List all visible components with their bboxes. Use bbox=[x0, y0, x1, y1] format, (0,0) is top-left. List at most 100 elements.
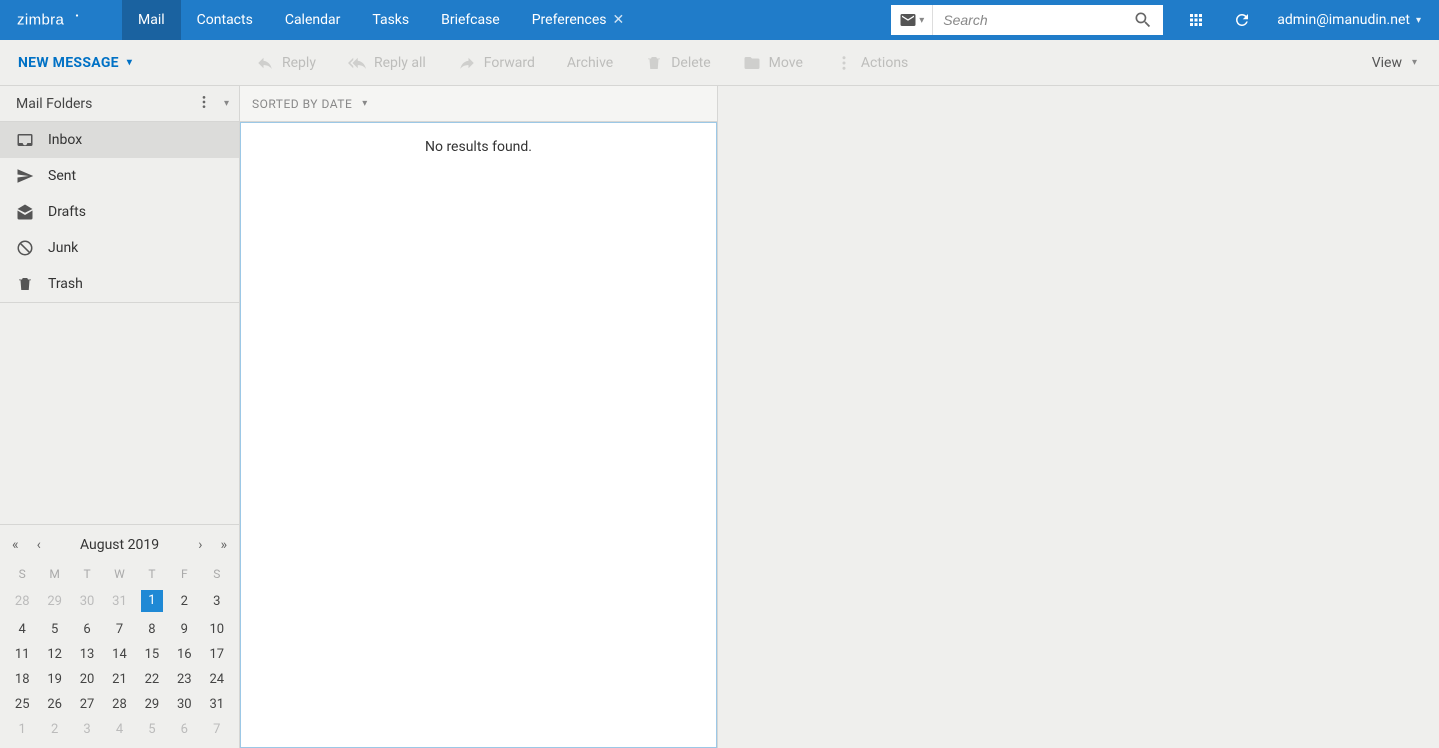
cal-day[interactable]: 1 bbox=[6, 717, 38, 742]
delete-button[interactable]: Delete bbox=[629, 54, 726, 72]
cal-day[interactable]: 14 bbox=[103, 642, 135, 667]
tab-contacts[interactable]: Contacts bbox=[181, 0, 269, 40]
cal-day[interactable]: 26 bbox=[38, 692, 70, 717]
cal-day[interactable]: 30 bbox=[71, 585, 103, 617]
chevron-down-icon: ▾ bbox=[1416, 15, 1421, 26]
message-list: No results found. bbox=[240, 122, 717, 748]
folder-inbox[interactable]: Inbox bbox=[0, 122, 239, 158]
search-input[interactable] bbox=[943, 12, 1129, 28]
cal-day[interactable]: 2 bbox=[38, 717, 70, 742]
cal-day[interactable]: 21 bbox=[103, 667, 135, 692]
cal-day[interactable]: 28 bbox=[6, 585, 38, 617]
cal-day[interactable]: 24 bbox=[201, 667, 233, 692]
apps-icon bbox=[1187, 11, 1205, 29]
cal-day[interactable]: 12 bbox=[38, 642, 70, 667]
cal-day[interactable]: 31 bbox=[201, 692, 233, 717]
cal-prev-year[interactable]: « bbox=[12, 537, 19, 553]
sidebar-options[interactable] bbox=[196, 94, 212, 114]
cal-day[interactable]: 3 bbox=[201, 585, 233, 617]
junk-icon bbox=[16, 239, 34, 257]
move-button[interactable]: Move bbox=[727, 54, 819, 72]
cal-next-year[interactable]: » bbox=[220, 537, 227, 553]
cal-day[interactable]: 1 bbox=[136, 585, 168, 617]
cal-day[interactable]: 29 bbox=[38, 585, 70, 617]
user-menu[interactable]: admin@imanudin.net ▾ bbox=[1265, 0, 1439, 40]
view-menu[interactable]: View▾ bbox=[1362, 55, 1439, 71]
tab-briefcase[interactable]: Briefcase bbox=[425, 0, 516, 40]
trash-icon bbox=[645, 54, 663, 72]
cal-day[interactable]: 27 bbox=[71, 692, 103, 717]
cal-dow: T bbox=[136, 563, 168, 585]
cal-dow: F bbox=[168, 563, 200, 585]
sidebar-title: Mail Folders bbox=[16, 96, 196, 112]
tab-mail[interactable]: Mail bbox=[122, 0, 181, 40]
mini-calendar: « ‹ August 2019 › » SMTWTFS 282930311234… bbox=[0, 525, 239, 748]
cal-day[interactable]: 10 bbox=[201, 617, 233, 642]
cal-day[interactable]: 23 bbox=[168, 667, 200, 692]
mail-toolbar: NEW MESSAGE▾ Reply Reply all Forward Arc… bbox=[0, 40, 1439, 86]
folder-sent[interactable]: Sent bbox=[0, 158, 239, 194]
cal-day[interactable]: 15 bbox=[136, 642, 168, 667]
cal-day[interactable]: 17 bbox=[201, 642, 233, 667]
sort-dropdown[interactable]: SORTED BY DATE ▾ bbox=[240, 86, 717, 122]
kebab-icon bbox=[835, 54, 853, 72]
cal-day[interactable]: 18 bbox=[6, 667, 38, 692]
drafts-icon bbox=[16, 203, 34, 221]
inbox-icon bbox=[16, 131, 34, 149]
cal-day[interactable]: 30 bbox=[168, 692, 200, 717]
actions-button[interactable]: Actions bbox=[819, 54, 924, 72]
cal-day[interactable]: 13 bbox=[71, 642, 103, 667]
cal-day[interactable]: 7 bbox=[103, 617, 135, 642]
cal-day[interactable]: 31 bbox=[103, 585, 135, 617]
cal-day[interactable]: 16 bbox=[168, 642, 200, 667]
search-scope-dropdown[interactable]: ▾ bbox=[891, 5, 933, 35]
apps-menu[interactable] bbox=[1173, 0, 1219, 40]
cal-day[interactable]: 22 bbox=[136, 667, 168, 692]
cal-day[interactable]: 6 bbox=[168, 717, 200, 742]
folder-trash[interactable]: Trash bbox=[0, 266, 239, 302]
cal-day[interactable]: 7 bbox=[201, 717, 233, 742]
app-logo: zimbra bbox=[0, 0, 122, 40]
folder-label: Drafts bbox=[48, 204, 86, 220]
chevron-down-icon: ▾ bbox=[127, 57, 132, 68]
cal-day[interactable]: 25 bbox=[6, 692, 38, 717]
message-list-pane: SORTED BY DATE ▾ No results found. bbox=[240, 86, 718, 748]
tab-calendar[interactable]: Calendar bbox=[269, 0, 357, 40]
sidebar-dropdown[interactable]: ▾ bbox=[224, 98, 229, 109]
user-email: admin@imanudin.net bbox=[1277, 12, 1410, 28]
cal-day[interactable]: 6 bbox=[71, 617, 103, 642]
close-icon[interactable]: ✕ bbox=[612, 12, 624, 28]
search-icon bbox=[1133, 10, 1153, 30]
folder-junk[interactable]: Junk bbox=[0, 230, 239, 266]
search-button[interactable] bbox=[1129, 10, 1157, 30]
archive-button[interactable]: Archive bbox=[551, 55, 629, 71]
compose-button[interactable]: NEW MESSAGE▾ bbox=[0, 55, 240, 71]
cal-day[interactable]: 5 bbox=[136, 717, 168, 742]
cal-prev-month[interactable]: ‹ bbox=[37, 537, 41, 553]
cal-day[interactable]: 20 bbox=[71, 667, 103, 692]
cal-day[interactable]: 5 bbox=[38, 617, 70, 642]
search-bar: ▾ bbox=[891, 5, 1163, 35]
cal-day[interactable]: 4 bbox=[103, 717, 135, 742]
cal-day[interactable]: 8 bbox=[136, 617, 168, 642]
cal-day[interactable]: 9 bbox=[168, 617, 200, 642]
sidebar: Mail Folders ▾ Inbox Sent Drafts Junk bbox=[0, 86, 240, 748]
cal-day[interactable]: 3 bbox=[71, 717, 103, 742]
cal-day[interactable]: 29 bbox=[136, 692, 168, 717]
cal-day[interactable]: 28 bbox=[103, 692, 135, 717]
cal-day[interactable]: 19 bbox=[38, 667, 70, 692]
forward-icon bbox=[458, 54, 476, 72]
folder-label: Sent bbox=[48, 168, 76, 184]
cal-day[interactable]: 2 bbox=[168, 585, 200, 617]
cal-next-month[interactable]: › bbox=[198, 537, 202, 553]
tab-preferences[interactable]: Preferences ✕ bbox=[516, 0, 640, 40]
cal-day[interactable]: 4 bbox=[6, 617, 38, 642]
cal-day[interactable]: 11 bbox=[6, 642, 38, 667]
chevron-down-icon: ▾ bbox=[919, 15, 924, 26]
reply-button[interactable]: Reply bbox=[240, 54, 332, 72]
folder-drafts[interactable]: Drafts bbox=[0, 194, 239, 230]
reply-all-button[interactable]: Reply all bbox=[332, 54, 442, 72]
forward-button[interactable]: Forward bbox=[442, 54, 551, 72]
refresh-button[interactable] bbox=[1219, 0, 1265, 40]
tab-tasks[interactable]: Tasks bbox=[356, 0, 425, 40]
